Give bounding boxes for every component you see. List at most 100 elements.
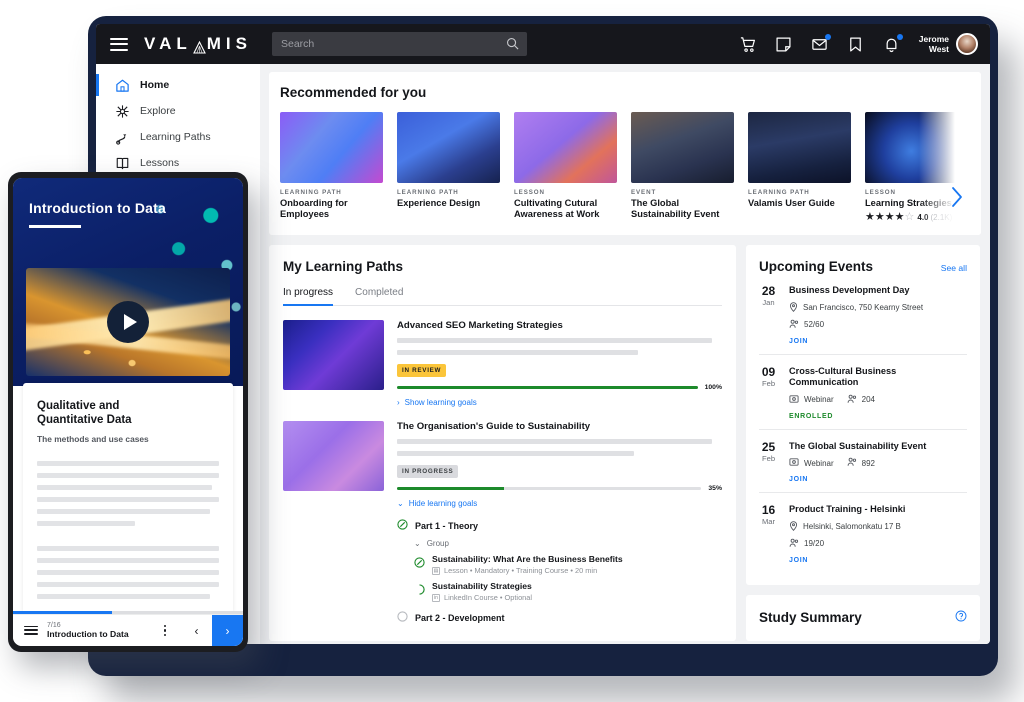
hide-learning-goals-toggle[interactable]: ⌄ Hide learning goals [397, 499, 722, 508]
webinar-icon [789, 457, 799, 469]
recommended-carousel[interactable]: LEARNING PATH Onboarding for Employees L… [280, 112, 981, 223]
learning-path-row[interactable]: The Organisation's Guide to Sustainabili… [283, 407, 722, 627]
placeholder-line [37, 485, 212, 490]
event-item[interactable]: 25 Feb The Global Sustainability Event [759, 430, 967, 494]
bell-icon[interactable] [883, 36, 900, 53]
event-item[interactable]: 16 Mar Product Training - Helsinki Helsi… [759, 493, 967, 573]
card-title: Onboarding for Employees [280, 198, 383, 220]
help-icon[interactable] [955, 609, 967, 627]
chevron-left-icon[interactable]: ‹ [181, 615, 212, 647]
goal-item-meta-text: LinkedIn Course • Optional [444, 593, 532, 602]
event-format: Webinar [789, 457, 834, 469]
recommended-card[interactable]: EVENT The Global Sustainability Event [631, 112, 734, 223]
tab-in-progress[interactable]: In progress [283, 287, 333, 305]
study-summary-title: Study Summary [759, 610, 862, 625]
search-box[interactable] [272, 32, 527, 56]
card-thumbnail [397, 112, 500, 183]
recommended-card[interactable]: LEARNING PATH Valamis User Guide [748, 112, 851, 223]
play-icon[interactable] [107, 301, 149, 343]
event-item[interactable]: 28 Jan Business Development Day San Fran… [759, 274, 967, 355]
note-icon[interactable] [775, 36, 792, 53]
recommended-card[interactable]: LESSON Cultivating Cutural Awareness at … [514, 112, 617, 223]
goal-part-label: Part 2 - Development [415, 613, 505, 623]
event-format: Webinar [789, 394, 834, 406]
check-circle-icon [397, 517, 408, 535]
sidebar-item-explore[interactable]: Explore [96, 98, 260, 124]
goal-part[interactable]: Part 1 - Theory [397, 517, 722, 535]
sidebar-item-learning-paths[interactable]: Learning Paths [96, 124, 260, 150]
card-title: Cultivating Cutural Awareness at Work [514, 198, 617, 220]
placeholder-line [397, 439, 712, 444]
screenshot-stage: VAL MIS [0, 0, 1024, 702]
card-kind: LESSON [514, 189, 617, 196]
main-content: Recommended for you LEARNING PATH Onboar… [260, 64, 990, 644]
search-icon[interactable] [506, 37, 519, 55]
event-attendees-text: 204 [862, 395, 875, 404]
event-date: 16 Mar [759, 504, 778, 564]
card-title: The Global Sustainability Event [631, 198, 734, 220]
explore-icon [114, 103, 130, 119]
lesson-position: 7/16 Introduction to Data [47, 622, 159, 639]
bookmark-icon[interactable] [847, 36, 864, 53]
goal-part[interactable]: Part 2 - Development [397, 609, 722, 627]
goal-item-meta-text: Lesson • Mandatory • Training Course • 2… [444, 566, 597, 575]
lesson-video[interactable] [26, 268, 230, 376]
event-title: Product Training - Helsinki [789, 504, 967, 516]
progress-row: 35% [397, 485, 722, 492]
see-all-link[interactable]: See all [941, 263, 967, 273]
top-bar: VAL MIS [96, 24, 990, 64]
toggle-label: Show learning goals [405, 398, 477, 407]
sidebar-item-label: Home [140, 79, 169, 91]
sidebar-item-home[interactable]: Home [96, 72, 260, 98]
event-join-button[interactable]: JOIN [789, 557, 967, 564]
event-join-button[interactable]: JOIN [789, 476, 967, 483]
event-location: San Francisco, 750 Kearny Street [789, 302, 967, 314]
goal-item-name: Sustainability: What Are the Business Be… [432, 554, 623, 564]
event-attendees: 52/60 [789, 319, 967, 331]
avatar[interactable] [956, 33, 978, 55]
mail-icon[interactable] [811, 36, 828, 53]
search-input[interactable] [272, 38, 490, 50]
event-join-button[interactable]: JOIN [789, 338, 967, 345]
user-name: Jerome West [919, 34, 949, 54]
lesson-content-subtitle: The methods and use cases [37, 434, 219, 444]
cart-icon[interactable] [739, 36, 756, 53]
people-icon [789, 319, 799, 331]
recommended-card[interactable]: LEARNING PATH Experience Design [397, 112, 500, 223]
user-first-name: Jerome [919, 34, 949, 44]
event-month: Jan [759, 298, 778, 307]
event-format-text: Webinar [804, 459, 834, 468]
event-meta-row: Webinar 892 [789, 452, 967, 469]
hamburger-icon[interactable] [24, 626, 38, 636]
kebab-icon[interactable] [159, 625, 171, 637]
recommended-card[interactable]: LEARNING PATH Onboarding for Employees [280, 112, 383, 223]
carousel-next-button[interactable] [949, 186, 965, 213]
placeholder-line [397, 451, 634, 456]
goal-group[interactable]: ⌄ Group [414, 539, 722, 548]
status-badge: IN PROGRESS [397, 465, 458, 478]
event-day: 25 [759, 441, 778, 454]
learning-path-row[interactable]: Advanced SEO Marketing Strategies IN REV… [283, 306, 722, 407]
learning-path-title: The Organisation's Guide to Sustainabili… [397, 421, 722, 432]
goal-item[interactable]: Sustainability Strategies in LinkedIn Co… [414, 581, 722, 602]
card-thumbnail [865, 112, 968, 183]
tab-completed[interactable]: Completed [355, 287, 403, 305]
event-attendees-text: 52/60 [804, 320, 824, 329]
card-kind: EVENT [631, 189, 734, 196]
valamis-logo[interactable]: VAL MIS [144, 34, 252, 54]
placeholder-line [37, 497, 219, 502]
people-icon [789, 538, 799, 550]
event-item[interactable]: 09 Feb Cross-Cultural Business Communica… [759, 355, 967, 430]
hamburger-icon[interactable] [110, 38, 128, 51]
chevron-right-icon[interactable]: › [212, 615, 243, 647]
tablet-bottom-bar: 7/16 Introduction to Data ‹ › [13, 614, 243, 646]
lesson-title-line1: Qualitative and [37, 400, 119, 412]
card-thumbnail [280, 112, 383, 183]
progress-percent: 100% [705, 384, 722, 391]
user-menu[interactable]: Jerome West [919, 33, 978, 55]
event-attendees: 19/20 [789, 538, 967, 550]
goal-item[interactable]: Sustainability: What Are the Business Be… [414, 554, 722, 575]
study-summary-section: Study Summary [746, 595, 980, 641]
placeholder-line [37, 582, 219, 587]
show-learning-goals-toggle[interactable]: › Show learning goals [397, 398, 722, 407]
